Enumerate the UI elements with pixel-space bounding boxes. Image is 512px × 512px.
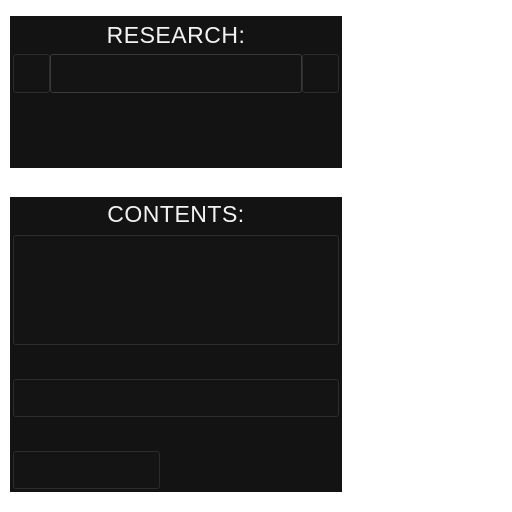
research-prev-button[interactable]: [13, 54, 50, 93]
research-title: RESEARCH:: [106, 22, 246, 48]
research-panel: RESEARCH:: [10, 16, 342, 168]
contents-action-button[interactable]: [13, 451, 160, 489]
contents-list[interactable]: [13, 235, 339, 345]
contents-panel: CONTENTS:: [10, 197, 342, 492]
research-slot[interactable]: [50, 54, 302, 93]
contents-row-slot[interactable]: [13, 379, 339, 417]
contents-title: CONTENTS:: [107, 201, 245, 227]
research-next-button[interactable]: [302, 54, 339, 93]
